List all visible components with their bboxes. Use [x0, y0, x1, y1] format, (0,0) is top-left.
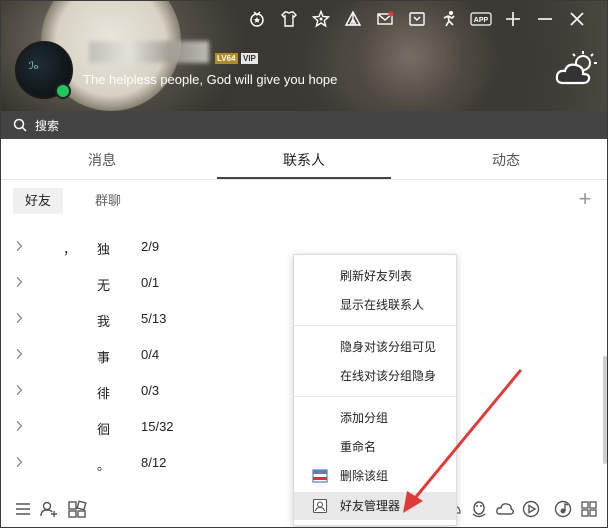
tab-contacts[interactable]: 联系人 — [217, 141, 391, 179]
menu-delete-group[interactable]: 删除该组 — [294, 462, 456, 490]
tab-messages[interactable]: 消息 — [1, 141, 203, 179]
online-status-dot[interactable] — [55, 83, 71, 99]
group-name: 事 — [97, 350, 111, 365]
group-online-count: 15/32 — [141, 419, 174, 434]
scrollbar[interactable] — [603, 356, 607, 464]
group-online-count: 0/1 — [141, 275, 160, 290]
menu-refresh-friends[interactable]: 刷新好友列表 — [294, 262, 456, 290]
qq-main-window: APP ℐℴ LV64 VIP The helpless people, God… — [0, 0, 608, 528]
subtab-groups[interactable]: 群聊 — [83, 188, 133, 214]
group-online-count: 0/4 — [141, 347, 160, 362]
add-plus-button[interactable]: + — [575, 188, 595, 212]
avatar-scribble: ℐℴ — [29, 61, 39, 72]
music-icon[interactable] — [553, 499, 573, 519]
menu-add-group[interactable]: 添加分组 — [294, 404, 456, 432]
group-online-count: 0/3 — [141, 383, 160, 398]
menu-rename[interactable]: 重命名 — [294, 433, 456, 461]
menu-invisible-visible[interactable]: 隐身对该分组可见 — [294, 333, 456, 361]
group-online-count: 8/12 — [141, 455, 167, 470]
weather-icon[interactable] — [553, 49, 601, 89]
play-icon[interactable] — [521, 499, 541, 519]
penguin-icon[interactable] — [469, 499, 489, 519]
personal-signature[interactable]: The helpless people, God will give you h… — [83, 72, 337, 87]
star-icon[interactable] — [305, 7, 337, 31]
search-bar[interactable]: 搜索 — [1, 111, 607, 139]
group-name: 徘 — [97, 386, 111, 401]
chevron-right-icon — [16, 457, 23, 467]
menu-friend-manager[interactable]: 好友管理器 — [294, 492, 456, 520]
search-placeholder: 搜索 — [35, 118, 60, 133]
chevron-right-icon — [16, 421, 23, 431]
tent-icon[interactable] — [337, 7, 369, 31]
nickname-blurred[interactable] — [89, 41, 209, 63]
svg-text:APP: APP — [474, 17, 489, 24]
app-icon[interactable]: APP — [465, 7, 497, 31]
game-icon[interactable] — [433, 7, 465, 31]
vip-badge[interactable]: VIP — [241, 53, 258, 64]
delete-group-icon — [312, 469, 328, 483]
group-name: 无 — [97, 278, 111, 293]
group-name-prefix: ， — [63, 242, 77, 257]
cloud-icon[interactable] — [495, 499, 515, 519]
app-manager-icon[interactable] — [67, 499, 87, 519]
level-badge[interactable]: LV64 — [215, 53, 238, 64]
chevron-right-icon — [16, 385, 23, 395]
profile-header: APP ℐℴ LV64 VIP The helpless people, God… — [1, 1, 607, 111]
main-menu-icon[interactable] — [13, 499, 33, 519]
group-name: 独 — [97, 242, 111, 257]
tab-feeds[interactable]: 动态 — [405, 141, 607, 179]
friend-manager-icon — [312, 498, 328, 514]
add-icon[interactable] — [497, 7, 529, 31]
add-friend-icon[interactable] — [39, 499, 59, 519]
group-name: 我 — [97, 314, 111, 329]
group-online-count: 2/9 — [141, 239, 160, 254]
group-context-menu: 刷新好友列表 显示在线联系人 隐身对该分组可见 在线对该分组隐身 添加分组 重命… — [293, 254, 457, 526]
group-name: 徊 — [97, 422, 111, 437]
mail-icon[interactable] — [369, 7, 401, 31]
subtab-friends[interactable]: 好友 — [13, 188, 64, 214]
chevron-right-icon — [16, 241, 23, 251]
contact-subtabs: 好友 群聊 + — [1, 186, 607, 216]
top-toolbar: APP — [241, 7, 593, 31]
menu-divider — [294, 396, 456, 397]
close-icon[interactable] — [561, 7, 593, 31]
chevron-right-icon — [16, 349, 23, 359]
menu-online-invisible[interactable]: 在线对该分组隐身 — [294, 362, 456, 390]
chevron-right-icon — [16, 277, 23, 287]
shirt-icon[interactable] — [273, 7, 305, 31]
menu-show-online[interactable]: 显示在线联系人 — [294, 291, 456, 319]
chevron-right-icon — [16, 313, 23, 323]
tv-icon[interactable] — [401, 7, 433, 31]
minimize-icon[interactable] — [529, 7, 561, 31]
medal-icon[interactable] — [241, 7, 273, 31]
group-name: 。 — [97, 458, 111, 473]
group-online-count: 5/13 — [141, 311, 167, 326]
search-icon — [13, 118, 27, 132]
main-tabs: 消息 联系人 动态 — [1, 141, 607, 180]
more-apps-icon[interactable] — [579, 499, 599, 519]
menu-divider — [294, 325, 456, 326]
